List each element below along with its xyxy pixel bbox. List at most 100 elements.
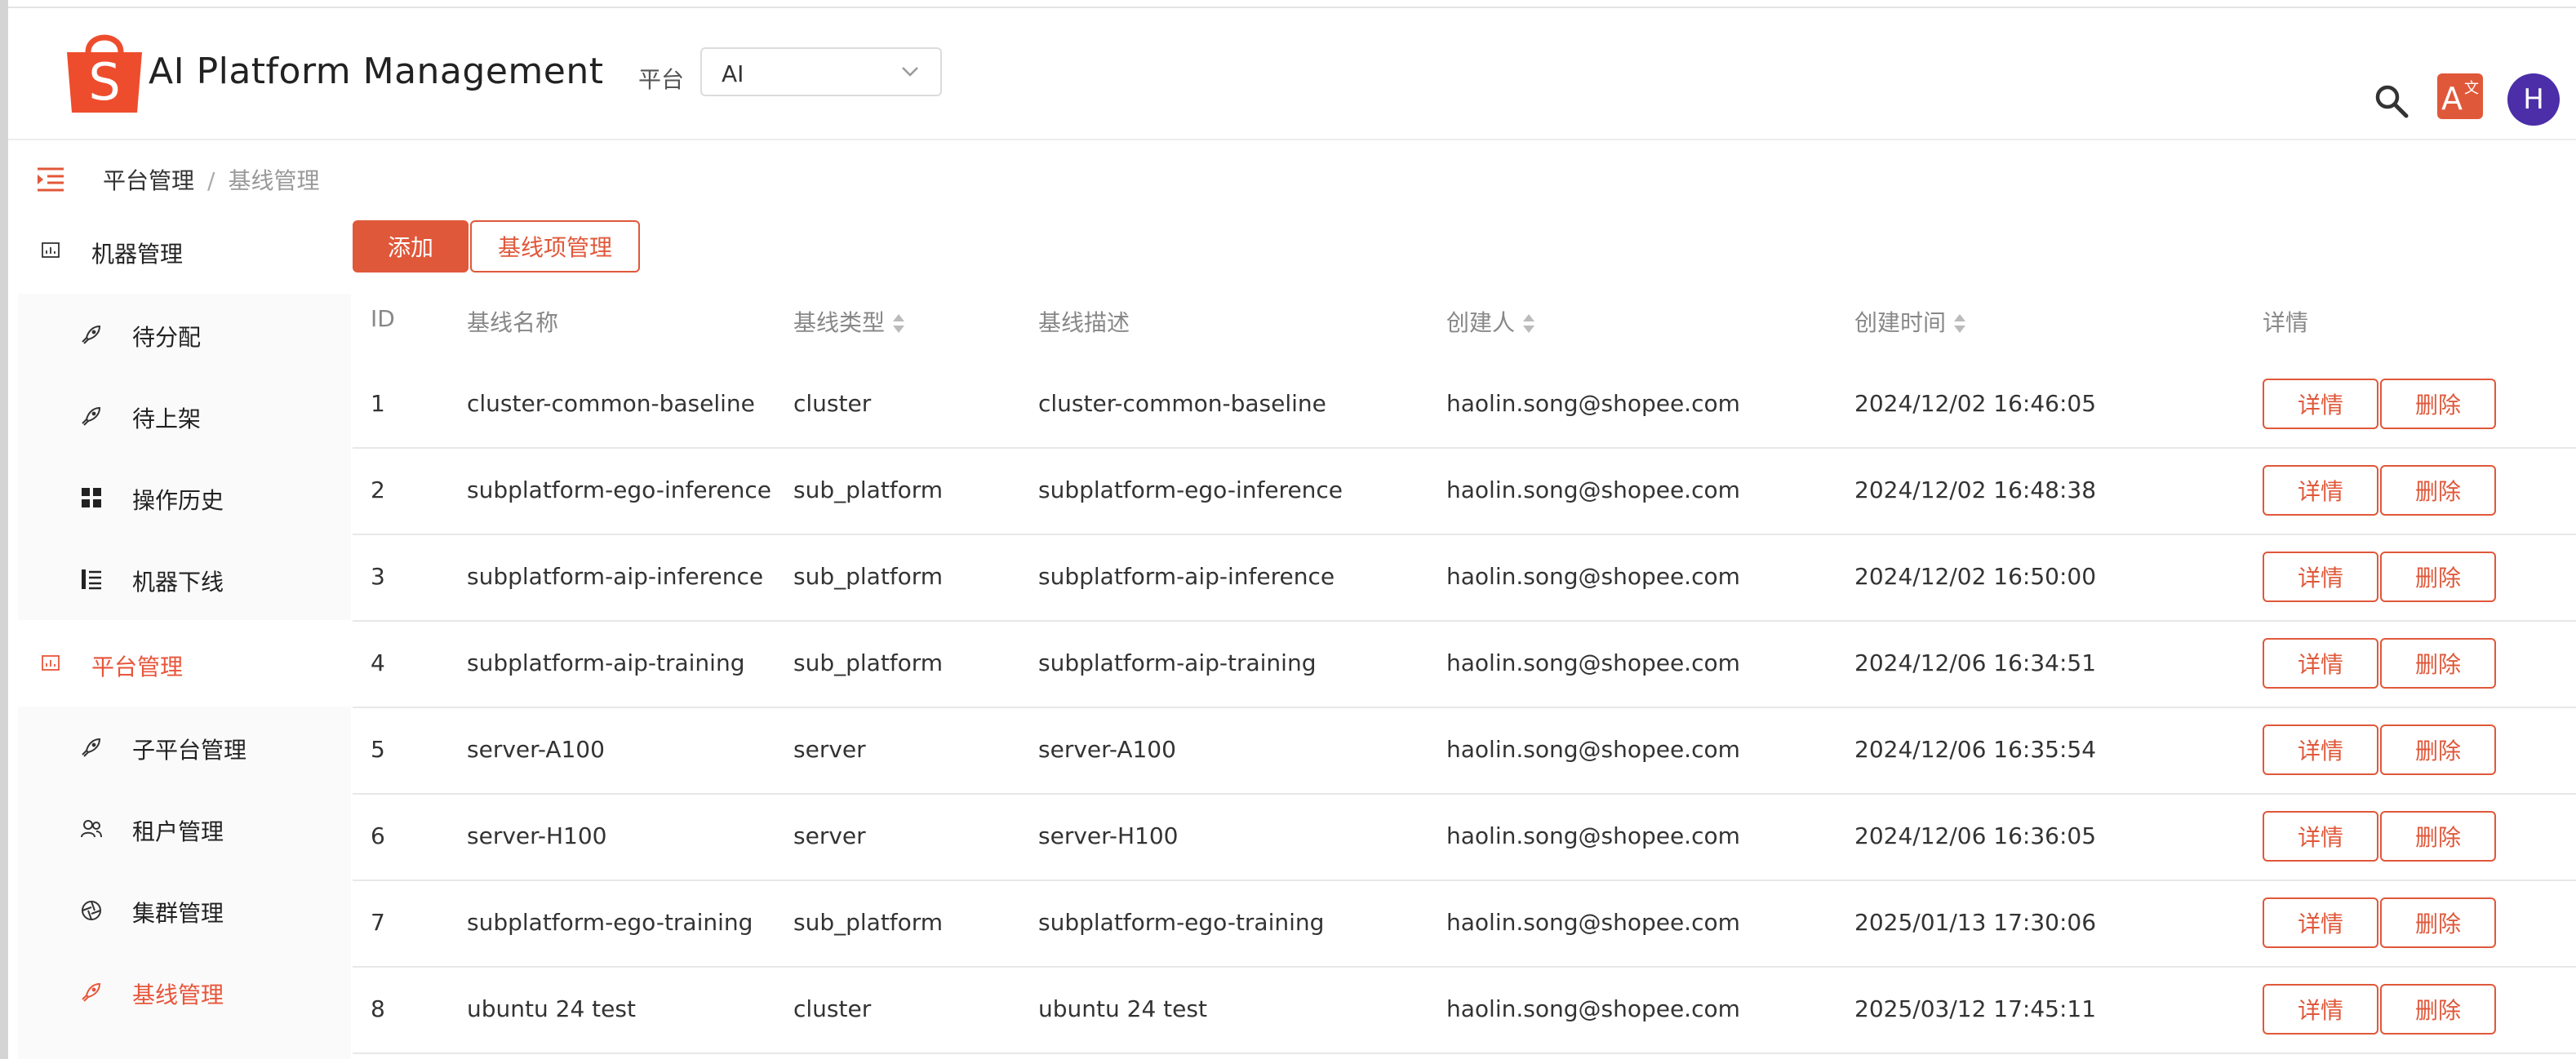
cell-id: 3 [371, 563, 385, 590]
table-row: 3 subplatform-aip-inference sub_platform su… [353, 535, 2576, 622]
column-header-detail: 详情 [2263, 309, 2309, 336]
cell-id: 1 [371, 390, 385, 417]
detail-button[interactable]: 详情 [2263, 379, 2378, 429]
aperture-icon [82, 901, 101, 920]
sidebar-item-baseline[interactable]: 基线管理 [18, 951, 351, 1033]
cell-created-time: 2025/01/13 17:30:06 [1854, 909, 2097, 936]
detail-button[interactable]: 详情 [2263, 724, 2378, 775]
cell-created-time: 2025/03/12 17:45:11 [1854, 995, 2097, 1022]
table-row: 7 subplatform-ego-training sub_platform sub… [353, 881, 2576, 968]
cell-name: ubuntu 24 test [467, 995, 636, 1022]
sidebar-item-tenant[interactable]: 租户管理 [18, 788, 351, 870]
breadcrumb: 平台管理 / 基线管理 [103, 163, 319, 196]
translate-icon[interactable]: A 文 [2437, 73, 2483, 119]
table-row: 2 subplatform-ego-inference sub_platform su… [353, 449, 2576, 535]
monitor-icon [42, 655, 60, 671]
cell-id: 4 [371, 649, 385, 676]
cell-name: subplatform-aip-training [467, 649, 745, 676]
detail-button[interactable]: 详情 [2263, 984, 2378, 1035]
cell-description: ubuntu 24 test [1038, 995, 1207, 1022]
sidebar-item-cluster[interactable]: 集群管理 [18, 870, 351, 951]
sidebar-item-label: 子平台管理 [132, 737, 247, 764]
cell-type: sub_platform [793, 563, 944, 590]
platform-select[interactable]: AI [700, 47, 942, 96]
window-left-edge [0, 0, 8, 1059]
cell-creator: haolin.song@shopee.com [1446, 909, 1740, 936]
baseline-item-manage-button[interactable]: 基线项管理 [470, 220, 640, 273]
grid-icon [82, 488, 101, 507]
cell-name: subplatform-ego-training [467, 909, 753, 936]
cell-description: subplatform-ego-inference [1038, 476, 1344, 503]
sidebar-item-operation-history[interactable]: 操作历史 [18, 457, 351, 538]
column-header-name: 基线名称 [467, 309, 559, 336]
delete-button[interactable]: 删除 [2380, 465, 2496, 516]
delete-button[interactable]: 删除 [2380, 638, 2496, 689]
delete-button[interactable]: 删除 [2380, 552, 2496, 602]
detail-button[interactable]: 详情 [2263, 552, 2378, 602]
detail-button[interactable]: 详情 [2263, 638, 2378, 689]
column-header-created-time[interactable]: 创建时间 [1854, 305, 1966, 338]
delete-button[interactable]: 删除 [2380, 379, 2496, 429]
column-header-type[interactable]: 基线类型 [793, 305, 905, 338]
column-header-id: ID [371, 305, 395, 332]
breadcrumb-separator: / [207, 167, 215, 194]
search-icon[interactable] [2374, 83, 2409, 119]
sidebar: 机器管理 待分配 待上架 操作历史 机器下线 平台管理 子平台管理 租户管理 集… [8, 209, 351, 1059]
rocket-icon [82, 325, 101, 344]
list-icon [82, 569, 101, 590]
sidebar-item-pending-allocation[interactable]: 待分配 [18, 294, 351, 375]
column-header-description: 基线描述 [1038, 309, 1130, 336]
sidebar-item-label: 待上架 [132, 405, 202, 432]
table-row: 5 server-A100 server server-A100 haolin.song… [353, 708, 2576, 795]
sidebar-group-platform[interactable]: 平台管理 [8, 622, 351, 707]
table-row: 8 ubuntu 24 test cluster ubuntu 24 test haol… [353, 968, 2576, 1054]
cell-id: 8 [371, 995, 385, 1022]
cell-name: subplatform-aip-inference [467, 563, 764, 590]
table-header: ID 基线名称 基线类型 基线描述 创建人 创建时间 详情 [353, 274, 2576, 364]
cell-id: 2 [371, 476, 385, 503]
platform-select-value: AI [722, 60, 744, 87]
cell-type: sub_platform [793, 476, 944, 503]
cell-created-time: 2024/12/06 16:35:54 [1854, 736, 2097, 763]
chevron-down-icon [902, 67, 918, 77]
sidebar-item-pending-shelf[interactable]: 待上架 [18, 375, 351, 457]
sidebar-submenu-platform: 子平台管理 租户管理 集群管理 基线管理 [18, 707, 351, 1059]
sidebar-group-machine[interactable]: 机器管理 [8, 209, 351, 294]
sidebar-item-subplatform[interactable]: 子平台管理 [18, 707, 351, 788]
rocket-icon [82, 982, 101, 1002]
menu-collapse-icon[interactable] [36, 166, 65, 193]
cell-creator: haolin.song@shopee.com [1446, 476, 1740, 503]
cell-description: server-H100 [1038, 822, 1179, 849]
sidebar-item-label: 租户管理 [132, 818, 224, 845]
app-title: AI Platform Management [149, 51, 604, 92]
breadcrumb-item-baseline: 基线管理 [228, 167, 320, 194]
cell-id: 6 [371, 822, 385, 849]
cell-name: cluster-common-baseline [467, 390, 755, 417]
cell-type: server [793, 822, 866, 849]
user-avatar[interactable]: H [2507, 73, 2560, 126]
platform-label: 平台 [638, 66, 685, 93]
cell-name: subplatform-ego-inference [467, 476, 772, 503]
cell-description: subplatform-aip-training [1038, 649, 1317, 676]
delete-button[interactable]: 删除 [2380, 897, 2496, 948]
detail-button[interactable]: 详情 [2263, 897, 2378, 948]
detail-button[interactable]: 详情 [2263, 811, 2378, 862]
sort-icon[interactable] [893, 314, 905, 334]
cell-id: 7 [371, 909, 385, 936]
column-header-creator[interactable]: 创建人 [1446, 305, 1535, 338]
add-button[interactable]: 添加 [353, 220, 469, 273]
delete-button[interactable]: 删除 [2380, 811, 2496, 862]
delete-button[interactable]: 删除 [2380, 724, 2496, 775]
cell-description: subplatform-ego-training [1038, 909, 1325, 936]
cell-creator: haolin.song@shopee.com [1446, 995, 1740, 1022]
delete-button[interactable]: 删除 [2380, 984, 2496, 1035]
cell-created-time: 2024/12/06 16:34:51 [1854, 649, 2097, 676]
sidebar-group-label: 机器管理 [91, 241, 184, 268]
rocket-icon [82, 738, 101, 757]
breadcrumb-item-platform[interactable]: 平台管理 [103, 167, 194, 194]
detail-button[interactable]: 详情 [2263, 465, 2378, 516]
sidebar-item-machine-offline[interactable]: 机器下线 [18, 538, 351, 620]
sort-icon[interactable] [1954, 314, 1966, 334]
cell-description: server-A100 [1038, 736, 1176, 763]
sort-icon[interactable] [1523, 314, 1535, 334]
